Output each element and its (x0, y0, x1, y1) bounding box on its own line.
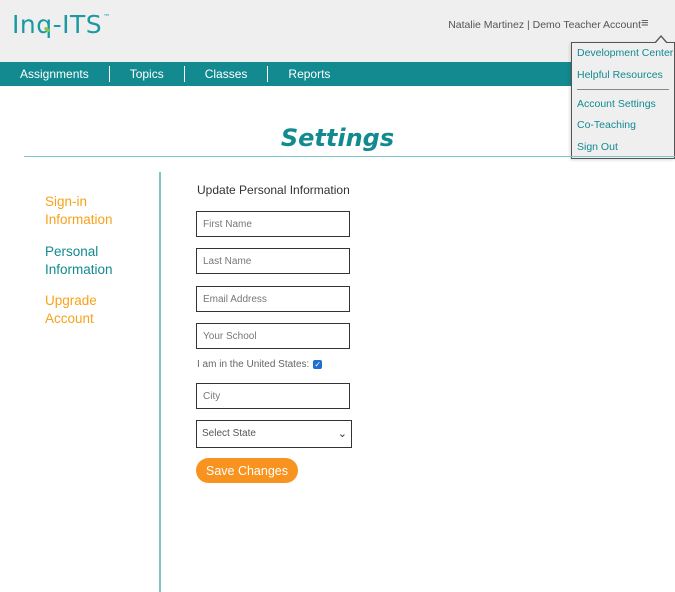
city-field[interactable] (196, 383, 350, 409)
sidebar-item-label: Personal (45, 244, 99, 259)
state-select-value: Select State (202, 428, 256, 439)
user-account-label: Natalie Martinez | Demo Teacher Account (448, 19, 641, 31)
logo-prefix: In (12, 10, 37, 39)
sidebar-item-personal-information[interactable]: Personal Information (45, 243, 113, 279)
nav-assignments[interactable]: Assignments (0, 62, 109, 86)
title-divider (24, 156, 675, 157)
nav-topics[interactable]: Topics (110, 62, 184, 86)
last-name-field[interactable] (196, 248, 350, 274)
form-heading: Update Personal Information (197, 183, 350, 197)
menu-item-helpful-resources[interactable]: Helpful Resources (577, 69, 663, 81)
sidebar-item-label: Information (45, 212, 113, 227)
page-title: Settings (280, 124, 395, 152)
sidebar-item-label: Sign-in (45, 194, 88, 209)
menu-divider (577, 89, 669, 90)
logo-magnifier-q: q (36, 10, 53, 39)
us-checkbox-row: I am in the United States: ✓ (197, 359, 323, 370)
nav-reports[interactable]: Reports (268, 62, 350, 86)
state-select[interactable]: Select State ⌄ (196, 420, 352, 448)
sidebar-item-label: Account (45, 311, 94, 326)
sidebar-divider (159, 172, 161, 592)
sidebar-item-label: Information (45, 262, 113, 277)
us-checkbox[interactable]: ✓ (313, 360, 323, 369)
nav-classes[interactable]: Classes (185, 62, 268, 86)
logo-suffix: -ITS (52, 10, 103, 39)
save-changes-button[interactable]: Save Changes (196, 458, 298, 483)
menu-item-development-center[interactable]: Development Center (577, 47, 673, 59)
menu-item-account-settings[interactable]: Account Settings (577, 98, 656, 110)
hamburger-icon[interactable]: ≡ (641, 15, 653, 31)
sidebar-item-label: Upgrade (45, 293, 97, 308)
us-checkbox-label: I am in the United States: (197, 359, 310, 370)
sidebar-item-upgrade-account[interactable]: Upgrade Account (45, 292, 97, 328)
logo-trademark: ™ (103, 13, 111, 21)
school-field[interactable] (196, 323, 350, 349)
email-field[interactable] (196, 286, 350, 312)
inq-its-logo[interactable]: In q -ITS ™ (12, 10, 111, 39)
chevron-down-icon: ⌄ (337, 428, 347, 440)
first-name-field[interactable] (196, 211, 350, 237)
sidebar-item-sign-in-information[interactable]: Sign-in Information (45, 193, 113, 229)
